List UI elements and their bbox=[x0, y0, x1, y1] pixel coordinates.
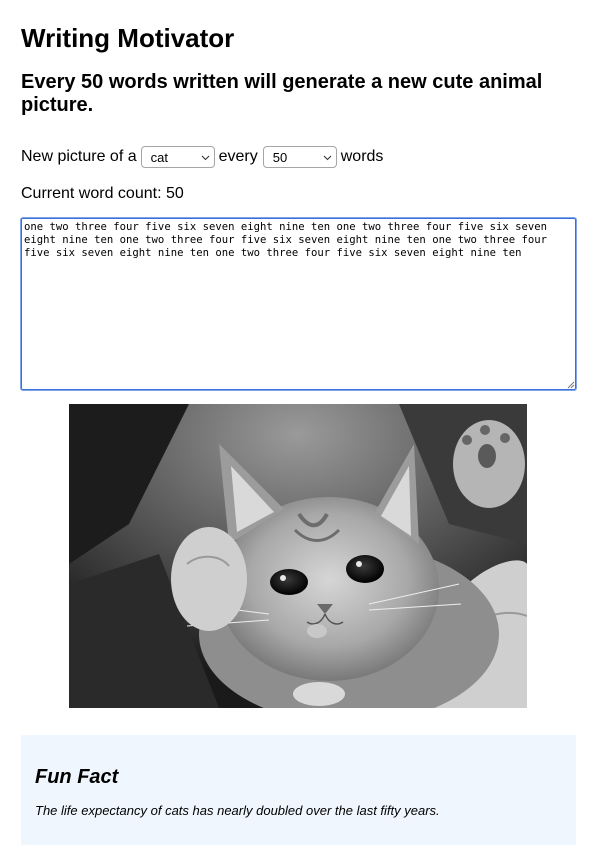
animal-select[interactable]: cat bbox=[140, 146, 215, 168]
resize-handle-icon[interactable] bbox=[566, 380, 575, 389]
writing-textarea[interactable]: one two three four five six seven eight … bbox=[21, 218, 576, 390]
chevron-down-icon bbox=[323, 155, 332, 161]
fun-fact-panel: Fun Fact The life expectancy of cats has… bbox=[21, 735, 576, 845]
word-interval-select-value: 50 bbox=[272, 149, 288, 165]
fun-fact-heading: Fun Fact bbox=[35, 766, 119, 788]
fun-fact-text: The life expectancy of cats has nearly d… bbox=[35, 803, 440, 818]
word-count-status: Current word count: 50 bbox=[21, 185, 184, 202]
page-title: Writing Motivator bbox=[21, 23, 235, 53]
picture-settings: New picture of a cat every 50 words bbox=[21, 145, 576, 169]
settings-prefix-label: New picture of a bbox=[21, 148, 137, 165]
page-subtitle: Every 50 words written will generate a n… bbox=[21, 71, 543, 116]
settings-suffix-label: words bbox=[340, 148, 384, 165]
settings-every-label: every bbox=[218, 148, 258, 165]
page: Writing Motivator Every 50 words written… bbox=[0, 0, 600, 845]
chevron-down-icon bbox=[201, 155, 209, 161]
cat-photo bbox=[69, 404, 527, 708]
word-interval-select[interactable]: 50 bbox=[262, 146, 337, 168]
writing-textarea-content: one two three four five six seven eight … bbox=[24, 221, 547, 259]
animal-select-value: cat bbox=[150, 149, 168, 165]
animal-picture bbox=[69, 404, 527, 708]
